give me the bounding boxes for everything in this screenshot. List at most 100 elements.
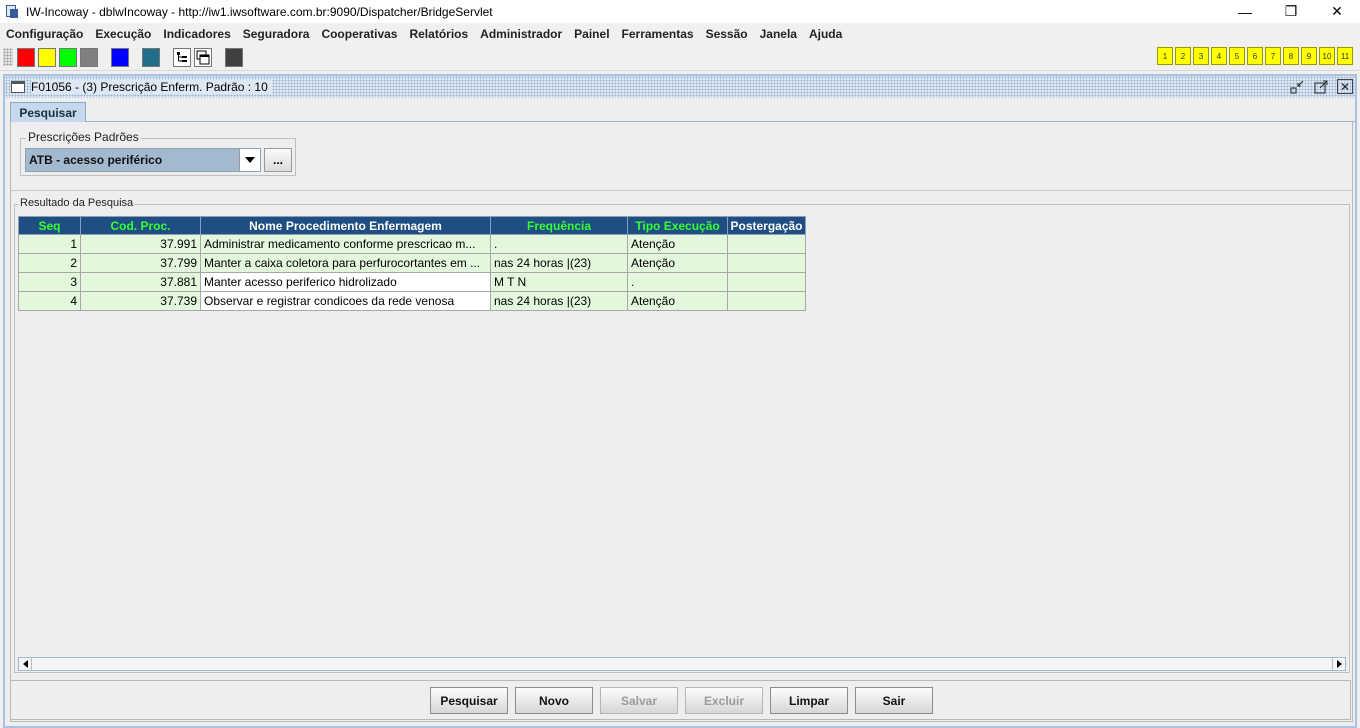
window-title-bar: IW-Incoway - dblwIncoway - http://iw1.iw… <box>0 0 1360 23</box>
window-shortcut-9[interactable]: 9 <box>1301 47 1317 65</box>
col-header-frequencia[interactable]: Frequência <box>490 216 628 235</box>
section-divider <box>11 190 1352 191</box>
menu-indicadores[interactable]: Indicadores <box>158 27 235 41</box>
menu-configuracao[interactable]: Configuração <box>1 27 88 41</box>
scroll-left-icon[interactable] <box>19 658 32 670</box>
window-title: IW-Incoway - dblwIncoway - http://iw1.iw… <box>26 4 493 19</box>
menu-seguradora[interactable]: Seguradora <box>238 27 315 41</box>
windows-icon[interactable] <box>194 48 212 67</box>
cell-nome-procedimento[interactable]: Observar e registrar condicoes da rede v… <box>200 291 491 311</box>
tab-pesquisar[interactable]: Pesquisar <box>10 102 86 122</box>
window-shortcut-7[interactable]: 7 <box>1265 47 1281 65</box>
window-shortcut-3[interactable]: 3 <box>1193 47 1209 65</box>
cell-seq[interactable]: 3 <box>18 272 81 292</box>
cell-frequencia[interactable]: nas 24 horas |(23) <box>490 253 628 273</box>
color-yellow-button[interactable] <box>38 48 56 67</box>
window-shortcut-1[interactable]: 1 <box>1157 47 1173 65</box>
frame-maximize-icon[interactable] <box>1313 79 1329 94</box>
salvar-button[interactable]: Salvar <box>600 687 678 714</box>
scroll-right-icon[interactable] <box>1332 658 1345 670</box>
window-shortcut-6[interactable]: 6 <box>1247 47 1263 65</box>
close-window-button[interactable]: ✕ <box>1314 0 1360 23</box>
cell-nome-procedimento[interactable]: Manter acesso periferico hidrolizado <box>200 272 491 292</box>
menu-janela[interactable]: Janela <box>755 27 802 41</box>
prescricao-combobox[interactable]: ATB - acesso periférico <box>25 148 261 172</box>
frame-close-icon[interactable]: ✕ <box>1337 79 1353 94</box>
frame-title-bar[interactable]: F01056 - (3) Prescrição Enferm. Padrão :… <box>5 76 1355 98</box>
cell-cod-proc[interactable]: 37.991 <box>80 234 201 254</box>
menu-relatorios[interactable]: Relatórios <box>404 27 473 41</box>
col-header-seq[interactable]: Seq <box>18 216 81 235</box>
action-button-bar: Pesquisar Novo Salvar Excluir Limpar Sai… <box>10 680 1351 720</box>
novo-button[interactable]: Novo <box>515 687 593 714</box>
cell-tipo-execucao[interactable]: Atenção <box>627 253 728 273</box>
toolbar: 1 2 3 4 5 6 7 8 9 10 11 <box>0 44 1360 71</box>
table-row[interactable]: 1 37.991 Administrar medicamento conform… <box>18 234 806 254</box>
menu-cooperativas[interactable]: Cooperativas <box>316 27 402 41</box>
menu-painel[interactable]: Painel <box>569 27 614 41</box>
toolbar-grip-icon[interactable] <box>3 48 13 66</box>
table-row[interactable]: 3 37.881 Manter acesso periferico hidrol… <box>18 272 806 292</box>
color-dark-button[interactable] <box>225 48 243 67</box>
cell-cod-proc[interactable]: 37.881 <box>80 272 201 292</box>
tree-view-icon[interactable] <box>173 48 191 67</box>
cell-postergacao[interactable] <box>727 272 806 292</box>
color-gray-button[interactable] <box>80 48 98 67</box>
col-header-cod-proc[interactable]: Cod. Proc. <box>80 216 201 235</box>
frame-minimize-icon[interactable] <box>1289 79 1305 94</box>
minimize-button[interactable]: — <box>1222 0 1268 23</box>
chevron-down-icon[interactable] <box>239 149 260 171</box>
window-shortcut-2[interactable]: 2 <box>1175 47 1191 65</box>
cell-cod-proc[interactable]: 37.799 <box>80 253 201 273</box>
cell-frequencia[interactable]: M T N <box>490 272 628 292</box>
excluir-button[interactable]: Excluir <box>685 687 763 714</box>
horizontal-scrollbar[interactable] <box>18 657 1346 671</box>
menu-ajuda[interactable]: Ajuda <box>804 27 847 41</box>
limpar-button[interactable]: Limpar <box>770 687 848 714</box>
prescricao-combo-value: ATB - acesso periférico <box>29 153 163 167</box>
cell-postergacao[interactable] <box>727 234 806 254</box>
color-teal-button[interactable] <box>142 48 160 67</box>
table-row[interactable]: 4 37.739 Observar e registrar condicoes … <box>18 291 806 311</box>
cell-postergacao[interactable] <box>727 291 806 311</box>
prescricoes-padroes-label: Prescrições Padrões <box>26 130 141 144</box>
menu-bar: Configuração Execução Indicadores Segura… <box>0 23 1360 44</box>
window-shortcut-5[interactable]: 5 <box>1229 47 1245 65</box>
cell-seq[interactable]: 1 <box>18 234 81 254</box>
pesquisar-button[interactable]: Pesquisar <box>430 687 508 714</box>
cell-tipo-execucao[interactable]: Atenção <box>627 234 728 254</box>
cell-frequencia[interactable]: nas 24 horas |(23) <box>490 291 628 311</box>
cell-nome-procedimento[interactable]: Administrar medicamento conforme prescri… <box>200 234 491 254</box>
maximize-button[interactable]: ❐ <box>1268 0 1314 23</box>
tab-panel-pesquisar: Prescrições Padrões ATB - acesso perifér… <box>10 122 1353 722</box>
frame-window-icon <box>11 81 25 93</box>
color-red-button[interactable] <box>17 48 35 67</box>
cell-tipo-execucao[interactable]: Atenção <box>627 291 728 311</box>
menu-administrador[interactable]: Administrador <box>475 27 567 41</box>
cell-frequencia[interactable]: . <box>490 234 628 254</box>
cell-postergacao[interactable] <box>727 253 806 273</box>
menu-sessao[interactable]: Sessão <box>701 27 753 41</box>
sair-button[interactable]: Sair <box>855 687 933 714</box>
window-shortcut-8[interactable]: 8 <box>1283 47 1299 65</box>
cell-tipo-execucao[interactable]: . <box>627 272 728 292</box>
cell-nome-procedimento[interactable]: Manter a caixa coletora para perfurocort… <box>200 253 491 273</box>
results-table: Seq Cod. Proc. Nome Procedimento Enferma… <box>18 216 806 311</box>
window-shortcut-11[interactable]: 11 <box>1337 47 1353 65</box>
color-blue-button[interactable] <box>111 48 129 67</box>
color-green-button[interactable] <box>59 48 77 67</box>
menu-execucao[interactable]: Execução <box>90 27 156 41</box>
col-header-tipo-execucao[interactable]: Tipo Execução <box>627 216 728 235</box>
menu-ferramentas[interactable]: Ferramentas <box>617 27 699 41</box>
window-shortcut-4[interactable]: 4 <box>1211 47 1227 65</box>
window-shortcut-10[interactable]: 10 <box>1319 47 1335 65</box>
cell-cod-proc[interactable]: 37.739 <box>80 291 201 311</box>
table-header-row: Seq Cod. Proc. Nome Procedimento Enferma… <box>18 216 806 235</box>
tab-strip: Pesquisar <box>10 102 1355 122</box>
col-header-nome-procedimento[interactable]: Nome Procedimento Enfermagem <box>200 216 491 235</box>
col-header-postergacao[interactable]: Postergação <box>727 216 806 235</box>
lookup-button[interactable]: ... <box>264 148 292 172</box>
cell-seq[interactable]: 2 <box>18 253 81 273</box>
cell-seq[interactable]: 4 <box>18 291 81 311</box>
table-row[interactable]: 2 37.799 Manter a caixa coletora para pe… <box>18 253 806 273</box>
